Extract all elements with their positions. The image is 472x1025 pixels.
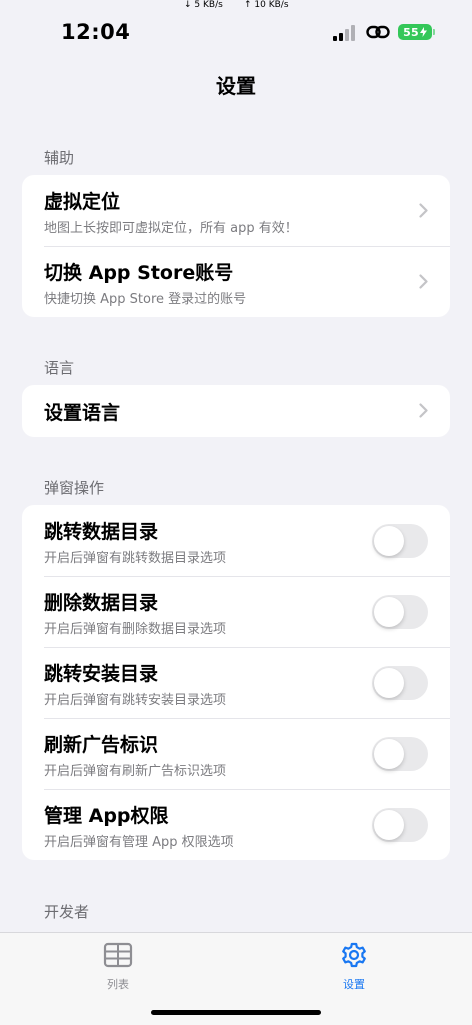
tab-label: 列表: [107, 978, 129, 991]
tab-list[interactable]: 列表: [78, 941, 158, 992]
section-header-language: 语言: [44, 359, 75, 377]
row-subtitle: 开启后弹窗有管理 App 权限选项: [44, 835, 234, 850]
row-title: 刷新广告标识: [44, 734, 159, 756]
row-title: 设置语言: [44, 402, 121, 424]
toggle-knob: [374, 526, 404, 556]
jump-install-dir-row: 跳转安装目录 开启后弹窗有跳转安装目录选项: [22, 647, 450, 718]
signal-icon: [333, 25, 355, 41]
page-title: 设置: [216, 74, 256, 98]
chevron-right-icon: [419, 403, 428, 418]
row-subtitle: 开启后弹窗有跳转安装目录选项: [44, 693, 227, 708]
jump-data-dir-row: 跳转数据目录 开启后弹窗有跳转数据目录选项: [22, 505, 450, 576]
toggle-knob: [374, 739, 404, 769]
popup-card: 跳转数据目录 开启后弹窗有跳转数据目录选项 删除数据目录 开启后弹窗有删除数据目…: [22, 505, 450, 860]
refresh-ad-id-toggle[interactable]: [372, 737, 428, 771]
toggle-knob: [374, 810, 404, 840]
set-language-row[interactable]: 设置语言: [22, 385, 450, 437]
assist-card: 虚拟定位 地图上长按即可虚拟定位，所有 app 有效！ 切换 App Store…: [22, 175, 450, 317]
jump-data-dir-toggle[interactable]: [372, 524, 428, 558]
bolt-icon: [419, 27, 427, 37]
row-title: 管理 App权限: [44, 805, 169, 827]
tab-label: 设置: [343, 978, 365, 991]
row-subtitle: 开启后弹窗有删除数据目录选项: [44, 622, 227, 637]
section-header-assist: 辅助: [44, 149, 75, 167]
row-title: 虚拟定位: [44, 191, 121, 213]
delete-data-dir-row: 删除数据目录 开启后弹窗有删除数据目录选项: [22, 576, 450, 647]
row-subtitle: 快捷切换 App Store 登录过的账号: [44, 292, 247, 307]
row-title: 跳转数据目录: [44, 521, 159, 543]
row-subtitle: 地图上长按即可虚拟定位，所有 app 有效！: [44, 221, 298, 236]
delete-data-dir-toggle[interactable]: [372, 595, 428, 629]
row-title: 切换 App Store账号: [44, 262, 234, 284]
gear-icon: [342, 942, 366, 968]
row-title: 删除数据目录: [44, 592, 159, 614]
battery-cap: [433, 29, 435, 35]
manage-app-permissions-row: 管理 App权限 开启后弹窗有管理 App 权限选项: [22, 789, 450, 860]
upload-speed: ↑ 10 KB/s: [244, 0, 289, 10]
toggle-knob: [374, 597, 404, 627]
download-speed: ↓ 5 KB/s: [184, 0, 223, 10]
chevron-right-icon: [419, 203, 428, 218]
language-card: 设置语言: [22, 385, 450, 437]
virtual-location-row[interactable]: 虚拟定位 地图上长按即可虚拟定位，所有 app 有效！: [22, 175, 450, 246]
chevron-right-icon: [419, 274, 428, 289]
status-time: 12:04: [61, 20, 131, 44]
refresh-ad-id-row: 刷新广告标识 开启后弹窗有刷新广告标识选项: [22, 718, 450, 789]
jump-install-dir-toggle[interactable]: [372, 666, 428, 700]
toggle-knob: [374, 668, 404, 698]
section-header-popup: 弹窗操作: [44, 479, 105, 497]
manage-app-permissions-toggle[interactable]: [372, 808, 428, 842]
home-indicator: [151, 1010, 321, 1015]
battery-level: 55: [403, 25, 419, 39]
section-header-developer: 开发者: [44, 903, 90, 921]
row-subtitle: 开启后弹窗有刷新广告标识选项: [44, 764, 227, 779]
table-list-icon: [103, 942, 133, 968]
tab-settings[interactable]: 设置: [314, 941, 394, 992]
battery-charging-icon: 55: [398, 24, 432, 40]
status-bar: ↓ 5 KB/s ↑ 10 KB/s 12:04 55: [0, 0, 472, 60]
row-title: 跳转安装目录: [44, 663, 159, 685]
switch-appstore-account-row[interactable]: 切换 App Store账号 快捷切换 App Store 登录过的账号: [22, 246, 450, 317]
row-subtitle: 开启后弹窗有跳转数据目录选项: [44, 551, 227, 566]
link-icon: [366, 25, 390, 39]
